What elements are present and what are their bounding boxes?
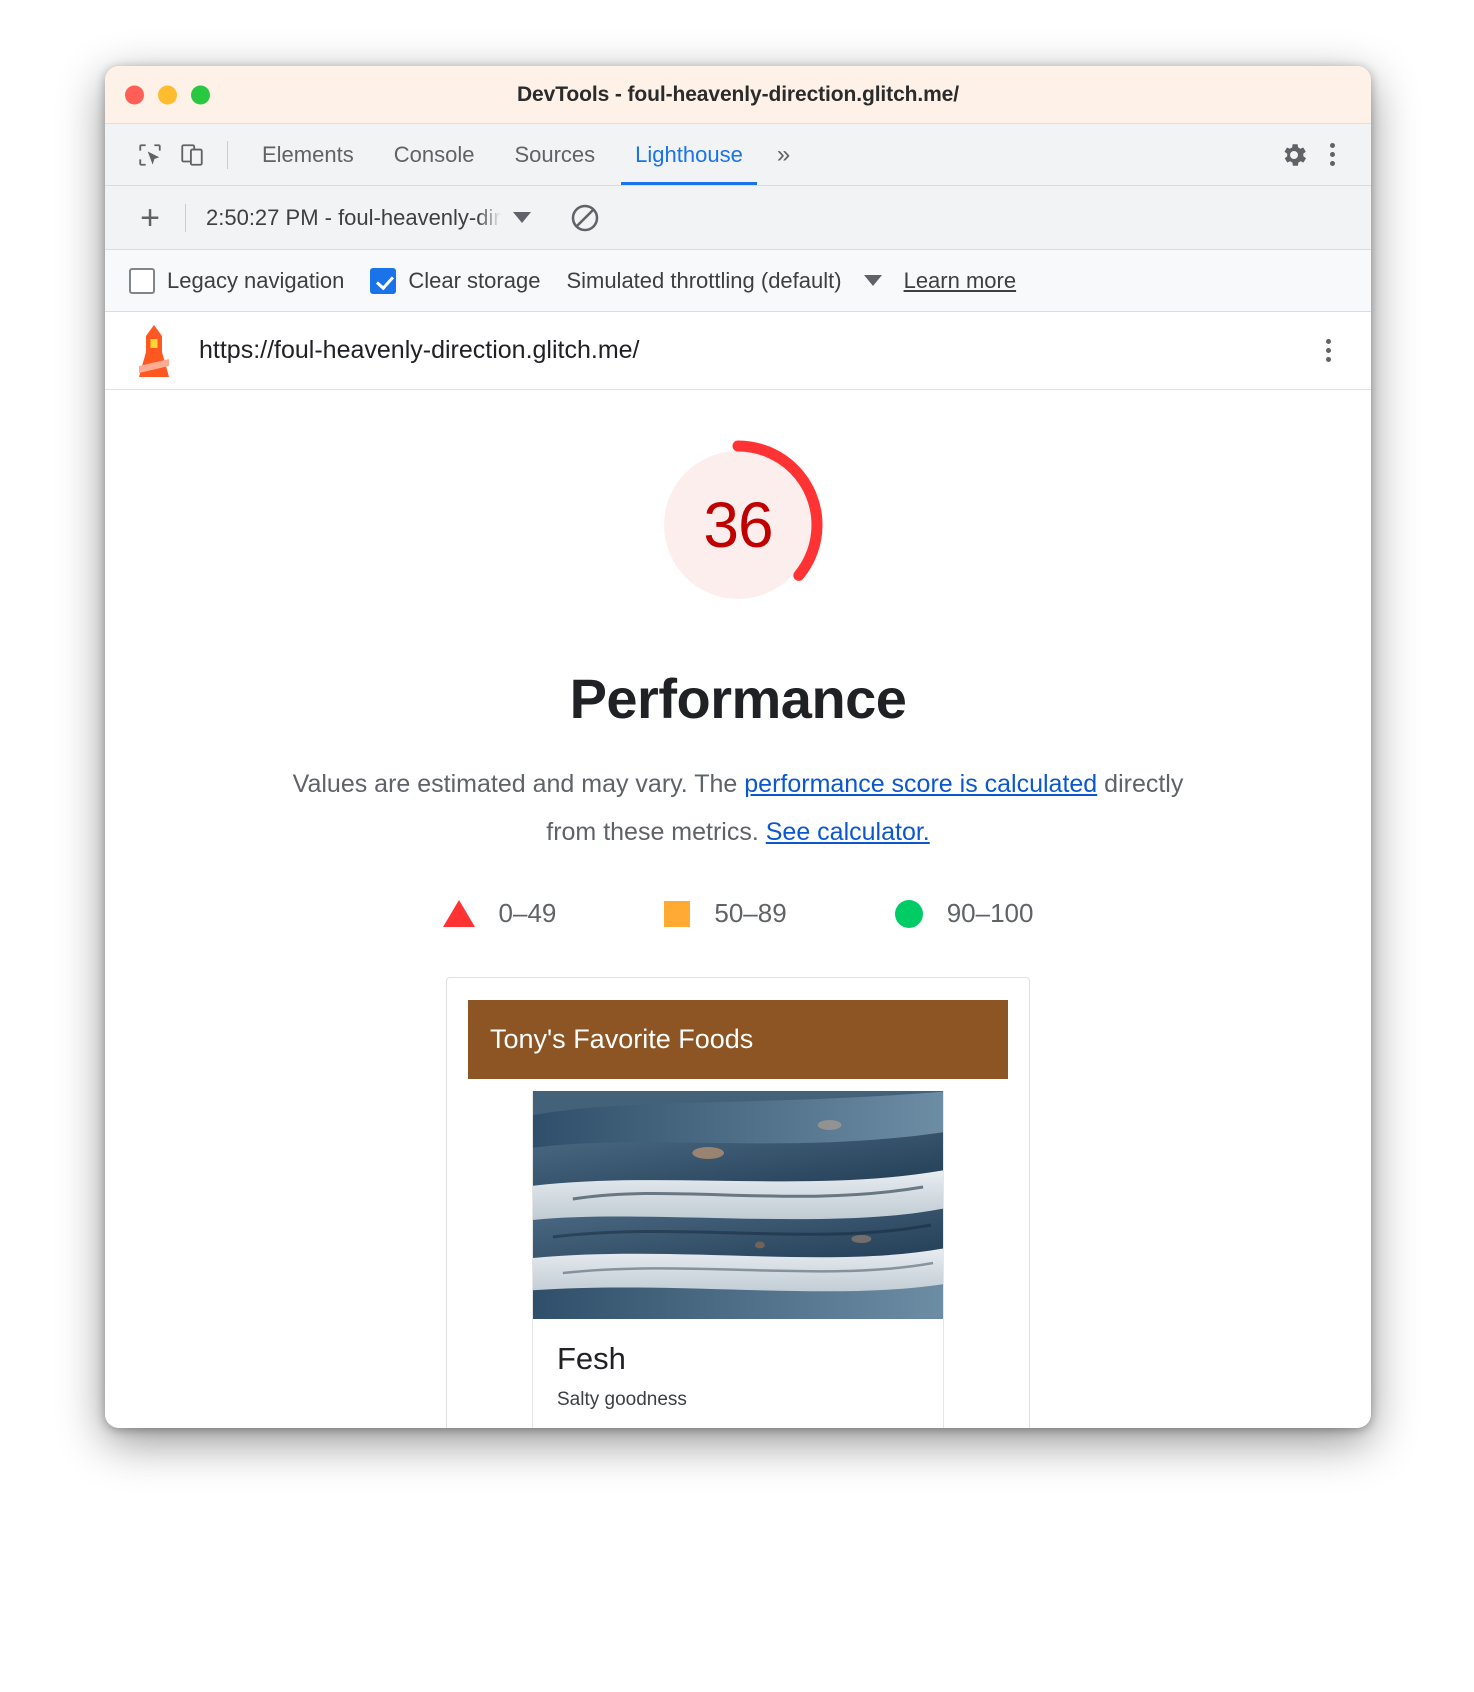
legend-item-fail: 0–49 [442, 898, 557, 929]
run-toolbar-divider [185, 203, 186, 232]
window-title-bar: DevTools - foul-heavenly-direction.glitc… [105, 66, 1371, 124]
tab-bar-actions [1273, 134, 1349, 176]
tab-console[interactable]: Console [374, 124, 495, 185]
report-description: Values are estimated and may vary. The p… [278, 761, 1198, 856]
page-title: Performance [569, 667, 907, 730]
legend-label-pass: 90–100 [946, 898, 1034, 928]
see-calculator-link[interactable]: See calculator. [766, 818, 930, 846]
food-card: Fesh Salty goodness [532, 1091, 944, 1428]
devtools-tab-bar: Elements Console Sources Lighthouse » [105, 124, 1371, 186]
more-tabs-icon[interactable]: » [763, 124, 804, 185]
clear-storage-label: Clear storage [408, 267, 541, 293]
legacy-navigation-option[interactable]: Legacy navigation [129, 267, 345, 294]
close-button[interactable] [125, 85, 144, 104]
clear-storage-option[interactable]: Clear storage [370, 267, 541, 294]
tab-elements[interactable]: Elements [242, 124, 374, 185]
square-marker-icon [664, 900, 691, 927]
performance-score-calculated-link[interactable]: performance score is calculated [744, 770, 1097, 798]
throttling-select[interactable]: Simulated throttling (default) [566, 267, 882, 294]
legend-item-pass: 90–100 [894, 898, 1034, 929]
window-controls [125, 85, 210, 104]
score-value: 36 [703, 489, 773, 561]
inspect-cursor-icon[interactable] [129, 134, 171, 176]
lighthouse-options-row: Legacy navigation Clear storage Simulate… [105, 250, 1371, 312]
minimize-button[interactable] [158, 85, 177, 104]
report-url-header: https://foul-heavenly-direction.glitch.m… [105, 312, 1371, 390]
score-scale-legend: 0–49 50–89 90–100 [442, 898, 1034, 929]
clear-storage-checkbox[interactable] [370, 267, 397, 294]
final-screenshot-card: Tony's Favorite Foods Fesh Salty goodnes… [446, 977, 1030, 1428]
food-card-subtitle: Salty goodness [557, 1389, 687, 1410]
throttling-label: Simulated throttling (default) [566, 267, 842, 293]
window-title: DevTools - foul-heavenly-direction.glitc… [516, 82, 959, 106]
more-vertical-icon[interactable] [1315, 138, 1349, 172]
add-report-button[interactable]: + [129, 197, 171, 239]
more-vertical-icon[interactable] [1311, 334, 1345, 368]
fish-photo [533, 1091, 943, 1319]
food-card-text: Fesh Salty goodness [533, 1319, 943, 1428]
legacy-navigation-checkbox[interactable] [129, 267, 155, 294]
report-select[interactable]: 2:50:27 PM - foul-heavenly-dir [206, 205, 531, 231]
page-screenshot: Tony's Favorite Foods Fesh Salty goodnes… [468, 1000, 1008, 1428]
panel-tabs: Elements Console Sources Lighthouse » [242, 124, 804, 185]
tab-sources[interactable]: Sources [494, 124, 615, 185]
devtools-window: DevTools - foul-heavenly-direction.glitc… [105, 66, 1371, 1428]
legacy-navigation-label: Legacy navigation [167, 267, 345, 293]
gear-icon[interactable] [1273, 134, 1315, 176]
maximize-button[interactable] [191, 85, 210, 104]
triangle-marker-icon [442, 900, 475, 927]
legend-label-fail: 0–49 [498, 898, 557, 928]
lighthouse-report-body: 36 Performance Values are estimated and … [105, 390, 1371, 1428]
legend-item-average: 50–89 [664, 898, 787, 929]
legend-label-average: 50–89 [714, 898, 787, 928]
circle-marker-icon [894, 899, 923, 928]
description-text-1: Values are estimated and may vary. The [292, 770, 745, 798]
clear-no-entry-icon[interactable] [565, 198, 605, 238]
food-card-title: Fesh [557, 1341, 626, 1376]
lighthouse-icon [131, 324, 177, 377]
report-url: https://foul-heavenly-direction.glitch.m… [199, 336, 640, 364]
chevron-down-icon [863, 275, 882, 286]
device-toolbar-icon[interactable] [171, 134, 213, 176]
report-select-label: 2:50:27 PM - foul-heavenly-dir [206, 204, 501, 230]
learn-more-link[interactable]: Learn more [904, 268, 1017, 294]
lighthouse-run-toolbar: + 2:50:27 PM - foul-heavenly-dir [105, 186, 1371, 250]
chevron-down-icon [512, 212, 531, 223]
performance-score-gauge: 36 [645, 432, 831, 618]
toolbar-divider [227, 140, 228, 169]
tab-lighthouse[interactable]: Lighthouse [615, 124, 763, 185]
site-header-title: Tony's Favorite Foods [468, 1000, 1008, 1079]
